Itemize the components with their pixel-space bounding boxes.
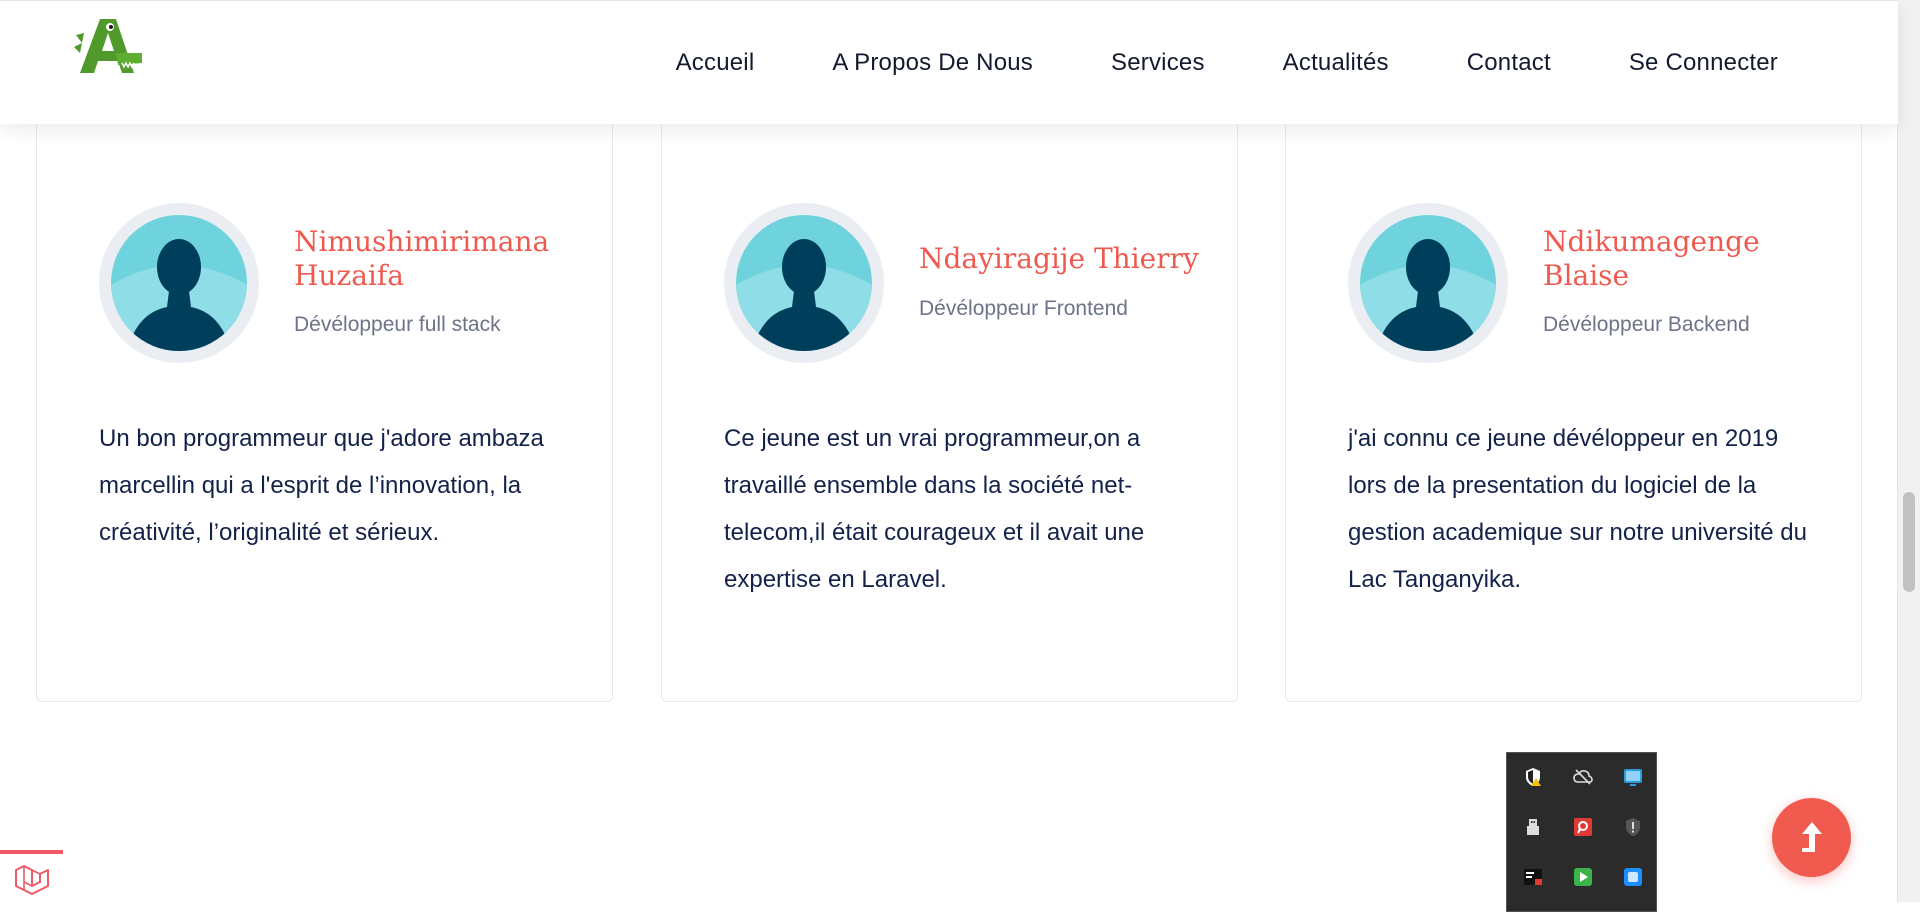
testimonial-role: Dévéloppeur Frontend (919, 297, 1128, 320)
user-silhouette-icon (1360, 215, 1496, 351)
nav-contact[interactable]: Contact (1428, 49, 1590, 77)
nav-actualites[interactable]: Actualités (1244, 49, 1428, 77)
nav-se-connecter[interactable]: Se Connecter (1590, 49, 1778, 77)
testimonial-name: Ndayiragije Thierry (919, 242, 1199, 275)
shield-icon[interactable] (1623, 817, 1643, 837)
media-player-icon[interactable] (1573, 867, 1593, 887)
arrow-up-icon (1802, 822, 1822, 852)
cloud-offline-icon[interactable] (1573, 767, 1593, 787)
remote-desktop-icon[interactable] (1573, 817, 1593, 837)
network-monitor-icon[interactable] (1623, 767, 1643, 787)
testimonial-name: Ndikumagenge Blaise (1543, 225, 1760, 292)
scrollbar-thumb[interactable] (1903, 492, 1915, 592)
testimonial-role: Dévéloppeur Backend (1543, 313, 1750, 336)
user-silhouette-icon (111, 215, 247, 351)
nav-a-propos[interactable]: A Propos De Nous (793, 49, 1072, 77)
testimonial-quote: Un bon programmeur que j'adore ambaza ma… (99, 425, 544, 546)
testimonial-quote: Ce jeune est un vrai programmeur,on a tr… (724, 425, 1145, 593)
system-tray-popup (1506, 752, 1657, 912)
testimonial-card: Nimushimirimana Huzaifa Dévéloppeur full… (36, 105, 613, 702)
avatar (99, 203, 259, 363)
debugbar-toggle[interactable] (0, 850, 63, 902)
avatar (1348, 203, 1508, 363)
crocodile-a-logo-icon[interactable] (72, 13, 144, 79)
site-header: Accueil A Propos De Nous Services Actual… (0, 0, 1898, 124)
main-nav: Accueil A Propos De Nous Services Actual… (637, 1, 1778, 124)
usb-icon[interactable] (1523, 817, 1543, 837)
terminal-icon[interactable] (1523, 867, 1543, 887)
testimonial-quote: j'ai connu ce jeune dévéloppeur en 2019 … (1348, 425, 1807, 593)
avatar (724, 203, 884, 363)
back-to-top-button[interactable] (1772, 798, 1851, 877)
testimonial-role: Dévéloppeur full stack (294, 313, 501, 336)
nav-accueil[interactable]: Accueil (637, 49, 794, 77)
page-scrollbar[interactable] (1897, 0, 1920, 902)
testimonial-name: Nimushimirimana Huzaifa (294, 225, 550, 292)
security-warning-icon[interactable] (1523, 767, 1543, 787)
nav-services[interactable]: Services (1072, 49, 1244, 77)
testimonial-card: Ndayiragije Thierry Dévéloppeur Frontend… (661, 105, 1238, 702)
laravel-icon (15, 865, 49, 895)
testimonial-card: Ndikumagenge Blaise Dévéloppeur Backend … (1285, 105, 1862, 702)
app-square-icon[interactable] (1623, 867, 1643, 887)
user-silhouette-icon (736, 215, 872, 351)
